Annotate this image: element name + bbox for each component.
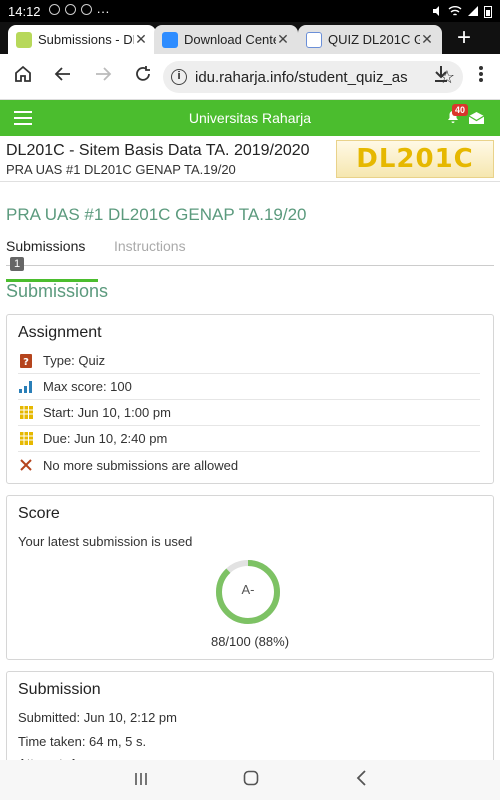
assignment-row-type: ? Type: Quiz [18,348,480,374]
info-icon[interactable]: i [171,69,187,85]
zoom-favicon-icon [162,31,178,48]
back-icon[interactable] [50,64,76,90]
tab-label: Submissions [6,238,86,254]
status-time: 14:12 [8,3,41,19]
score-value: 88/100 (88%) [210,634,290,649]
close-icon[interactable]: ✕ [134,31,148,48]
browser-tab-submissions[interactable]: Submissions - DL ✕ [8,25,156,54]
assignment-start: Start: Jun 10, 1:00 pm [43,405,171,420]
section-title: Submissions [6,281,109,301]
assignment-card: Assignment ? Type: Quiz Max score: 100 S… [6,314,494,484]
close-icon[interactable]: ✕ [276,31,290,48]
notification-icon [80,3,92,15]
notification-icon [48,3,60,15]
assignment-max-score: Max score: 100 [43,379,132,394]
page-title: PRA UAS #1 DL201C GENAP TA.19/20 [6,205,307,224]
address-bar[interactable]: i idu.raharja.info/student_quiz_as ☆ [163,61,463,93]
assignment-row-start: Start: Jun 10, 1:00 pm [18,400,480,426]
notification-count-badge: 40 [452,104,469,116]
browser-toolbar: i idu.raharja.info/student_quiz_as ☆ [0,54,500,100]
svg-text:?: ? [23,357,29,368]
browser-tab-strip: Submissions - DL ✕ Download Center ✕ QUI… [0,22,500,54]
more-notifications-icon: ··· [96,3,110,19]
site-favicon-icon [16,31,32,48]
forward-icon[interactable] [90,64,116,90]
assignment-row-due: Due: Jun 10, 2:40 pm [18,426,480,452]
battery-icon [484,5,492,18]
mute-icon [433,6,439,16]
mail-icon[interactable] [468,111,485,125]
quiz-favicon-icon [306,31,322,48]
assignment-submission-rule: No more submissions are allowed [43,457,239,473]
browser-tab-quiz[interactable]: QUIZ DL201C GEN ✕ [298,25,442,54]
back-button-icon[interactable] [346,768,376,792]
score-note: Your latest submission is used [18,534,193,549]
assignment-row-submissions-allowed: No more submissions are allowed [18,452,480,478]
content-tabs: Submissions 1 Instructions [6,236,494,282]
download-icon[interactable] [428,64,454,90]
tab-submissions[interactable]: Submissions 1 [6,238,98,282]
assignment-type: Type: Quiz [43,353,106,368]
assignment-row-max-score: Max score: 100 [18,374,480,400]
tab-label: Download Center [184,32,276,47]
wifi-icon [448,6,462,16]
home-icon[interactable] [10,64,36,90]
submission-count-badge: 1 [10,257,25,271]
tab-label: QUIZ DL201C GEN [328,32,420,47]
question-icon: ? [18,353,34,368]
course-subtitle: PRA UAS #1 DL201C GENAP TA.19/20 [6,162,236,177]
submission-heading: Submission [18,681,101,698]
reload-icon[interactable] [130,64,156,90]
tab-instructions[interactable]: Instructions [114,238,186,254]
recent-apps-icon[interactable] [126,768,156,792]
system-nav-bar [0,760,500,800]
close-icon[interactable]: ✕ [420,31,434,48]
submission-time-taken: Time taken: 64 m, 5 s. [18,734,147,749]
url-text: idu.raharja.info/student_quiz_as [195,68,408,86]
course-title: DL201C - Sitem Basis Data TA. 2019/2020 [6,142,310,159]
score-grade: A- [241,582,255,597]
calendar-icon [18,432,34,446]
assignment-due: Due: Jun 10, 2:40 pm [43,431,168,446]
app-title: Universitas Raharja [188,110,312,126]
signal-icon [468,6,478,16]
bar-chart-icon [18,380,34,394]
notification-icon [64,3,76,15]
score-heading: Score [18,505,60,522]
course-logo: DL201C [336,140,494,178]
new-tab-button[interactable]: + [450,24,478,52]
home-button-icon[interactable] [236,768,266,792]
browser-tab-download-center[interactable]: Download Center ✕ [154,25,298,54]
calendar-icon [18,406,34,420]
course-header: DL201C - Sitem Basis Data TA. 2019/2020 … [0,136,500,182]
more-menu-icon[interactable] [468,64,494,90]
submission-submitted: Submitted: Jun 10, 2:12 pm [18,710,177,725]
tab-label: Submissions - DL [38,32,134,47]
cross-icon [18,458,34,472]
app-header: Universitas Raharja [0,100,500,136]
assignment-heading: Assignment [18,324,102,341]
status-bar: 14:12 ··· [0,0,500,22]
